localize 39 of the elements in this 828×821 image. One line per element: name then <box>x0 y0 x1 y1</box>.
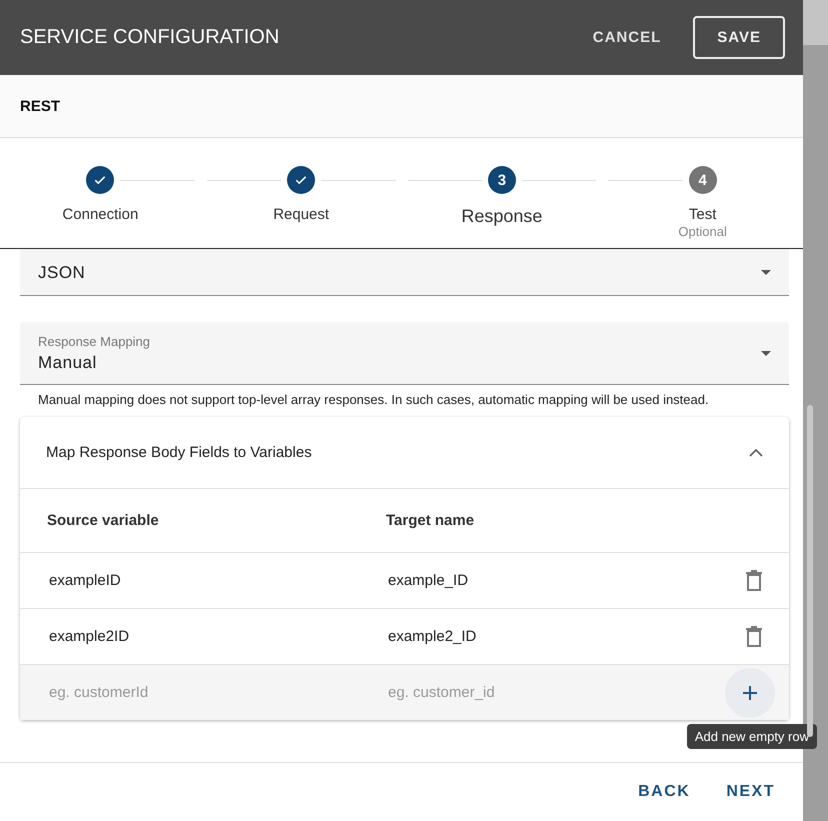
step-number[interactable]: 3 <box>488 166 516 194</box>
source-input-field[interactable]: eg. customerId <box>47 684 386 701</box>
step-optional-note: Optional <box>678 224 727 239</box>
table-cell-text: example2_ID <box>387 628 478 645</box>
panel-title: Map Response Body Fields to Variables <box>46 444 312 461</box>
dropdown-caret-icon <box>761 270 771 274</box>
column-header: Target name <box>386 512 476 529</box>
add-row-button[interactable] <box>725 668 775 718</box>
trash-icon[interactable] <box>745 570 763 592</box>
select-field[interactable]: Response Mapping Manual <box>20 322 789 385</box>
plus-icon <box>742 684 758 700</box>
step-number[interactable]: 4 <box>688 166 717 194</box>
tooltip: Add new empty row <box>686 724 817 748</box>
scrollbar-thumb[interactable] <box>807 405 813 737</box>
next-button[interactable]: NEXT <box>712 775 789 809</box>
dropdown-caret-icon <box>761 350 771 356</box>
table-cell-text: example_ID <box>387 572 470 589</box>
field-value: Manual <box>38 352 98 372</box>
trash-icon[interactable] <box>745 626 763 648</box>
save-button[interactable]: SAVE <box>693 16 785 59</box>
table-cell-text: exampleID <box>48 572 122 589</box>
select-field[interactable]: JSON <box>20 249 789 296</box>
step-label: Response <box>461 206 542 227</box>
field-label: Response Mapping <box>38 334 150 348</box>
step-label: Request <box>273 206 330 223</box>
step-check-icon[interactable] <box>287 166 316 194</box>
back-button[interactable]: BACK <box>624 775 704 809</box>
table-cell-text: example2ID <box>48 628 130 645</box>
cancel-button[interactable]: CANCEL <box>578 19 676 56</box>
service-type-label: REST <box>20 98 60 114</box>
help-text: Manual mapping does not support top-level array responses. In such cases, automatic mapping will be used instead. <box>37 391 710 409</box>
chevron-icon[interactable] <box>749 448 763 457</box>
step-label: Connection <box>62 206 138 223</box>
dialog-title: SERVICE CONFIGURATION <box>20 26 280 49</box>
target-input-field[interactable]: eg. customer_id <box>386 684 725 701</box>
step-check-icon[interactable] <box>86 166 114 194</box>
field-value: JSON <box>38 263 86 283</box>
column-header: Source variable <box>47 512 160 529</box>
step-label: Test <box>688 206 716 223</box>
